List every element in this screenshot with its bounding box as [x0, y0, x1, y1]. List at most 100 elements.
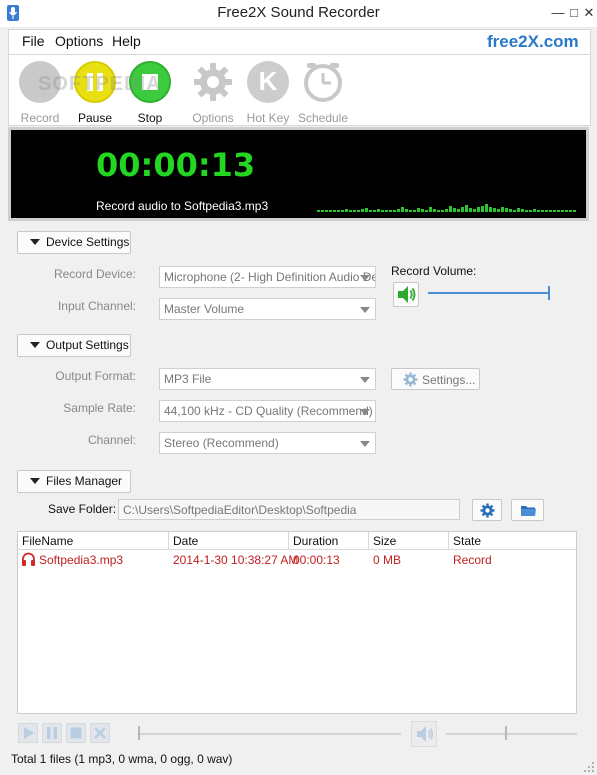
meter-bar: [345, 209, 348, 212]
output-format-label: Output Format:: [55, 369, 136, 383]
column-filename[interactable]: FileName: [18, 532, 169, 550]
record-mute-button[interactable]: [393, 282, 419, 307]
close-button[interactable]: ✕: [580, 4, 597, 22]
window-title: Free2X Sound Recorder: [217, 4, 380, 21]
sample-rate-select[interactable]: 44,100 kHz - CD Quality (Recommend): [159, 400, 376, 422]
output-settings-toggle[interactable]: Output Settings: [17, 334, 131, 357]
meter-bar: [573, 210, 576, 212]
column-duration[interactable]: Duration: [289, 532, 369, 550]
headphones-icon: [22, 552, 35, 566]
meter-bar: [465, 205, 468, 212]
meter-bar: [401, 207, 404, 212]
meter-bar: [329, 210, 332, 212]
meter-bar: [365, 208, 368, 212]
meter-bar: [389, 210, 392, 212]
device-settings-label: Device Settings: [46, 235, 130, 249]
gear-icon: [192, 61, 234, 103]
menu-help[interactable]: Help: [112, 33, 141, 49]
output-format-value: MP3 File: [164, 372, 212, 386]
record-volume-label: Record Volume:: [391, 264, 477, 278]
meter-bar: [445, 209, 448, 212]
channel-label: Channel:: [87, 433, 136, 447]
meter-bar: [485, 204, 488, 212]
pause-label: Pause: [77, 111, 113, 125]
resize-grip-icon[interactable]: [583, 761, 595, 773]
hotkey-label: Hot Key: [246, 111, 290, 125]
meter-bar: [421, 209, 424, 212]
device-settings-toggle[interactable]: Device Settings: [17, 231, 131, 254]
play-button[interactable]: [18, 723, 38, 743]
gear-icon: [403, 372, 418, 387]
meter-bar: [561, 210, 564, 212]
input-channel-value: Master Volume: [164, 302, 245, 316]
save-folder-label: Save Folder:: [48, 502, 117, 516]
channel-select[interactable]: Stereo (Recommend): [159, 432, 376, 454]
save-folder-field[interactable]: C:\Users\SoftpediaEditor\Desktop\Softped…: [118, 499, 460, 520]
hotkey-button[interactable]: K Hot Key: [238, 57, 298, 125]
files-manager-toggle[interactable]: Files Manager: [17, 470, 131, 493]
menu-options[interactable]: Options: [55, 33, 103, 49]
meter-bar: [529, 210, 532, 212]
table-row[interactable]: Softpedia3.mp3 2014-1-30 10:38:27 AM 00:…: [18, 551, 576, 569]
player-pause-button[interactable]: [42, 723, 62, 743]
hotkey-glyph: K: [258, 66, 278, 96]
options-button[interactable]: Options: [183, 57, 243, 125]
play-icon: [24, 727, 34, 739]
meter-bar: [373, 210, 376, 212]
schedule-label: Schedule: [297, 111, 349, 125]
meter-bar: [429, 207, 432, 212]
schedule-button[interactable]: Schedule: [293, 57, 353, 125]
meter-bar: [481, 206, 484, 212]
meter-bar: [525, 210, 528, 212]
row-duration: 00:00:13: [293, 553, 340, 567]
output-format-select[interactable]: MP3 File: [159, 368, 376, 390]
record-device-select[interactable]: Microphone (2- High Definition Audio Dev…: [159, 266, 376, 288]
record-device-value: Microphone (2- High Definition Audio Dev…: [164, 270, 376, 284]
folder-settings-button[interactable]: [472, 499, 502, 521]
meter-bar: [501, 207, 504, 212]
clock-icon: [302, 61, 344, 103]
level-meter: [317, 204, 576, 212]
record-volume-slider[interactable]: [548, 286, 550, 300]
player-volume-button[interactable]: [411, 721, 437, 747]
recording-display: 00:00:13 Record audio to Softpedia3.mp3: [8, 127, 589, 221]
column-state[interactable]: State: [449, 532, 576, 550]
player-volume-slider[interactable]: [505, 726, 507, 740]
format-settings-label: Settings...: [422, 373, 476, 387]
file-list[interactable]: FileName Date Duration Size State Softpe…: [17, 531, 577, 714]
brand-link[interactable]: free2X.com: [487, 32, 579, 52]
meter-bar: [457, 209, 460, 212]
channel-value: Stereo (Recommend): [164, 436, 279, 450]
meter-bar: [505, 208, 508, 212]
meter-bar: [517, 208, 520, 212]
recording-status: Record audio to Softpedia3.mp3: [96, 199, 269, 213]
meter-bar: [541, 210, 544, 212]
meter-bar: [361, 209, 364, 212]
meter-bar: [537, 210, 540, 212]
meter-bar: [565, 210, 568, 212]
meter-bar: [473, 209, 476, 212]
gear-icon: [480, 503, 495, 518]
seek-slider[interactable]: [138, 726, 140, 740]
meter-bar: [569, 210, 572, 212]
column-date[interactable]: Date: [169, 532, 289, 550]
meter-bar: [437, 210, 440, 212]
elapsed-timer: 00:00:13: [96, 146, 256, 184]
pause-icon: [47, 727, 57, 739]
meter-bar: [349, 210, 352, 212]
format-settings-button[interactable]: Settings...: [391, 368, 480, 390]
meter-bar: [477, 207, 480, 212]
meter-bar: [513, 210, 516, 212]
input-channel-select[interactable]: Master Volume: [159, 298, 376, 320]
menu-file[interactable]: File: [22, 33, 45, 49]
column-size[interactable]: Size: [369, 532, 449, 550]
remove-button[interactable]: [90, 723, 110, 743]
chevron-down-icon: [360, 377, 370, 383]
meter-bar: [413, 210, 416, 212]
open-folder-button[interactable]: [511, 499, 544, 521]
meter-bar: [549, 210, 552, 212]
chevron-down-icon: [360, 275, 370, 281]
player-stop-button[interactable]: [66, 723, 86, 743]
meter-bar: [509, 209, 512, 212]
meter-bar: [393, 210, 396, 212]
